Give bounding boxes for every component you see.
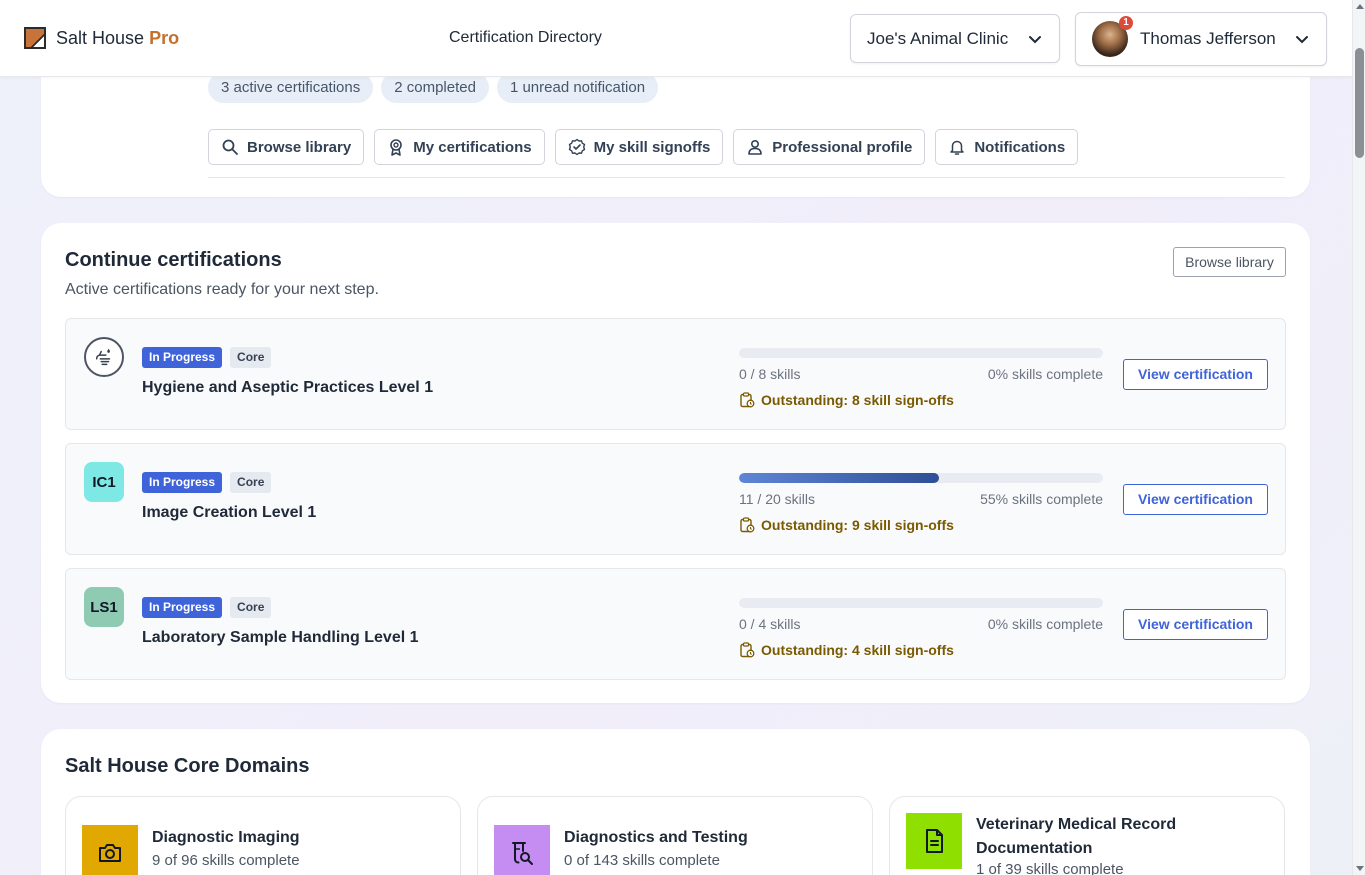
domain-icon-tile xyxy=(494,825,550,875)
scroll-down-arrow-icon[interactable] xyxy=(1356,866,1364,871)
badge-check-icon xyxy=(568,138,585,156)
clinic-name: Joe's Animal Clinic xyxy=(867,28,1009,48)
user-menu-button[interactable]: 1 Thomas Jefferson xyxy=(1075,12,1327,66)
tier-badge: Core xyxy=(230,472,272,493)
salt-house-logo-icon xyxy=(24,27,46,49)
hand-wash-icon xyxy=(84,337,124,377)
user-icon xyxy=(748,139,763,155)
search-icon xyxy=(222,139,238,155)
domain-name: Veterinary Medical Record Documentation xyxy=(976,816,1177,857)
divider xyxy=(208,177,1285,178)
brand-name: Salt House xyxy=(56,27,145,48)
scrollbar-thumb[interactable] xyxy=(1355,48,1364,158)
domain-name: Diagnostics and Testing xyxy=(564,829,748,846)
tier-badge: Core xyxy=(230,597,272,618)
avatar: 1 xyxy=(1092,16,1133,57)
scroll-up-arrow-icon[interactable] xyxy=(1356,4,1364,9)
domain-icon-tile xyxy=(82,825,138,875)
brand-logo-link[interactable]: Salt House Pro xyxy=(24,27,179,49)
browse-library-nav-button[interactable]: Browse library xyxy=(208,129,365,165)
certification-icon: IC1 xyxy=(84,462,124,502)
nav-label: Professional profile xyxy=(772,138,913,156)
tier-badge: Core xyxy=(230,347,272,368)
quick-navigation: Browse library My certifications My skil… xyxy=(208,129,1079,165)
progress-bar xyxy=(739,473,1103,483)
nav-label: My certifications xyxy=(413,138,532,156)
professional-profile-nav-button[interactable]: Professional profile xyxy=(733,129,926,165)
continue-section-subtitle: Active certifications ready for your nex… xyxy=(65,281,379,298)
certification-icon: LS1 xyxy=(84,587,124,627)
test-search-icon xyxy=(512,842,533,865)
certification-row: IC1 In Progress Core Image Creation Leve… xyxy=(65,443,1286,555)
clipboard-clock-icon xyxy=(740,392,755,408)
notification-count-badge: 1 xyxy=(1119,16,1133,30)
domain-progress: 0 of 143 skills complete xyxy=(564,852,720,869)
skills-percent: 55% skills complete xyxy=(980,491,1103,507)
certification-row: In Progress Core Hygiene and Aseptic Pra… xyxy=(65,318,1286,430)
progress-fill xyxy=(739,473,940,483)
domain-name: Diagnostic Imaging xyxy=(152,829,300,846)
document-icon xyxy=(926,829,943,853)
view-certification-button[interactable]: View certification xyxy=(1123,359,1268,390)
bell-icon xyxy=(950,140,965,155)
user-name: Thomas Jefferson xyxy=(1140,29,1276,48)
my-certifications-nav-button[interactable]: My certifications xyxy=(374,129,545,165)
outstanding-label: Outstanding: 8 skill sign-offs xyxy=(761,392,954,408)
skills-count: 0 / 4 skills xyxy=(739,616,801,632)
continue-section-title: Continue certifications xyxy=(65,249,282,271)
skills-count: 0 / 8 skills xyxy=(739,366,801,382)
chevron-down-icon xyxy=(1029,35,1041,43)
clipboard-clock-icon xyxy=(740,517,755,533)
certification-name: Image Creation Level 1 xyxy=(142,504,317,521)
chevron-down-icon xyxy=(1296,36,1308,44)
skills-count: 11 / 20 skills xyxy=(739,491,815,507)
certification-name: Laboratory Sample Handling Level 1 xyxy=(142,629,419,646)
status-badge: In Progress xyxy=(142,472,223,493)
progress-bar xyxy=(739,348,1103,358)
certification-name: Hygiene and Aseptic Practices Level 1 xyxy=(142,379,434,396)
domain-card-medical-record-documentation[interactable]: Veterinary Medical Record Documentation … xyxy=(889,796,1285,875)
clipboard-clock-icon xyxy=(740,642,755,658)
top-navigation-bar: Salt House Pro Certification Directory J… xyxy=(0,0,1352,77)
brand-accent: Pro xyxy=(149,27,180,48)
outstanding-signoffs: Outstanding: 9 skill sign-offs xyxy=(739,517,954,533)
view-certification-button[interactable]: View certification xyxy=(1123,609,1268,640)
status-badge: In Progress xyxy=(142,347,223,368)
view-certification-button[interactable]: View certification xyxy=(1123,484,1268,515)
outstanding-signoffs: Outstanding: 8 skill sign-offs xyxy=(739,392,954,408)
my-skill-signoffs-nav-button[interactable]: My skill signoffs xyxy=(554,129,724,165)
notifications-nav-button[interactable]: Notifications xyxy=(935,129,1079,165)
skills-percent: 0% skills complete xyxy=(987,616,1103,632)
page-title: Certification Directory xyxy=(449,29,602,46)
outstanding-label: Outstanding: 4 skill sign-offs xyxy=(761,642,954,658)
nav-label: Browse library xyxy=(247,138,352,156)
domain-progress: 9 of 96 skills complete xyxy=(152,852,300,869)
outstanding-signoffs: Outstanding: 4 skill sign-offs xyxy=(739,642,954,658)
nav-label: Notifications xyxy=(974,138,1066,156)
clinic-selector[interactable]: Joe's Animal Clinic xyxy=(850,14,1060,63)
domains-section-title: Salt House Core Domains xyxy=(65,755,310,777)
domain-icon-tile xyxy=(906,813,962,869)
camera-icon xyxy=(99,844,121,862)
skills-percent: 0% skills complete xyxy=(987,366,1103,382)
browse-library-button[interactable]: Browse library xyxy=(1173,247,1286,277)
domain-card-diagnostic-imaging[interactable]: Diagnostic Imaging 9 of 96 skills comple… xyxy=(65,796,461,875)
nav-label: My skill signoffs xyxy=(593,138,711,156)
domain-card-diagnostics-testing[interactable]: Diagnostics and Testing 0 of 143 skills … xyxy=(477,796,873,875)
page-scrollbar[interactable] xyxy=(1352,0,1365,875)
award-icon xyxy=(390,139,403,156)
status-badge: In Progress xyxy=(142,597,223,618)
domain-progress: 1 of 39 skills complete xyxy=(976,861,1124,875)
progress-bar xyxy=(739,598,1103,608)
certification-row: LS1 In Progress Core Laboratory Sample H… xyxy=(65,568,1286,680)
outstanding-label: Outstanding: 9 skill sign-offs xyxy=(761,517,954,533)
